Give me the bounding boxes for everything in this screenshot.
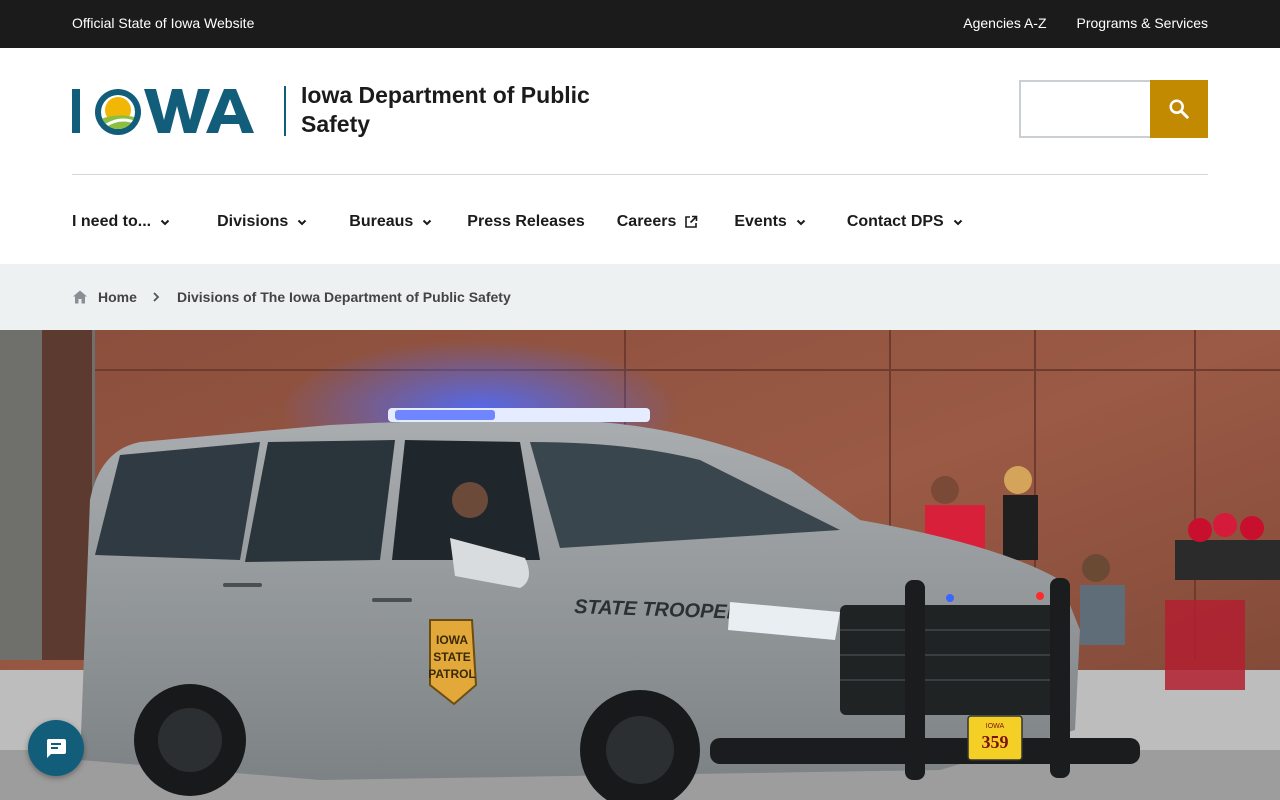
breadcrumb: Home Divisions of The Iowa Department of… [0, 264, 1280, 330]
chevron-down-icon [160, 219, 170, 226]
external-link-icon [685, 215, 698, 228]
chevron-down-icon [298, 219, 307, 226]
nav-bureaus[interactable]: Bureaus [349, 213, 433, 231]
chevron-right-icon [153, 292, 160, 302]
nav-label: Contact DPS [846, 213, 944, 230]
search-button[interactable] [1150, 80, 1208, 138]
chat-button[interactable] [28, 720, 84, 776]
official-site-bar: Official State of Iowa Website Agencies … [0, 0, 1280, 48]
hero-image: IOWA STATE PATROL STATE TROOPER IOWA 359 [0, 330, 1280, 800]
agencies-az-link[interactable]: Agencies A-Z [963, 15, 1046, 31]
svg-text:STATE: STATE [433, 650, 471, 664]
home-icon [73, 290, 87, 304]
nav-label: Bureaus [349, 213, 414, 230]
nav-careers[interactable]: Careers [617, 213, 699, 231]
search-icon [1169, 99, 1189, 119]
nav-label: Press Releases [467, 213, 585, 230]
nav-label: Careers [616, 213, 677, 230]
chevron-down-icon [953, 219, 962, 226]
chat-icon [46, 739, 66, 758]
chevron-down-icon [423, 219, 432, 226]
chevron-down-icon [796, 219, 806, 226]
nav-label: Events [734, 213, 787, 230]
search-input[interactable] [1019, 80, 1150, 138]
breadcrumb-home-label[interactable]: Home [98, 289, 137, 305]
iowa-logo[interactable] [72, 86, 272, 138]
nav-events[interactable]: Events [734, 213, 806, 231]
svg-text:PATROL: PATROL [428, 667, 476, 681]
official-site-label: Official State of Iowa Website [72, 15, 255, 31]
nav-label: I need to... [72, 213, 152, 230]
site-header: Iowa Department of Public Safety I need … [0, 48, 1280, 264]
nav-divisions[interactable]: Divisions [217, 213, 308, 231]
svg-text:359: 359 [982, 732, 1009, 752]
breadcrumb-current: Divisions of The Iowa Department of Publ… [177, 289, 511, 305]
programs-services-link[interactable]: Programs & Services [1077, 15, 1208, 31]
nav-i-need-to[interactable]: I need to... [72, 213, 171, 231]
logo-divider [284, 86, 286, 136]
nav-contact-dps[interactable]: Contact DPS [847, 213, 964, 231]
breadcrumb-current-label: Divisions of The Iowa Department of Publ… [177, 289, 511, 305]
topbar-links: Agencies A-Z Programs & Services [963, 15, 1208, 31]
hero-patrol-vehicle-illustration: IOWA STATE PATROL STATE TROOPER IOWA 359 [0, 330, 1280, 800]
nav-press-releases[interactable]: Press Releases [467, 213, 584, 231]
nav-label: Divisions [217, 213, 289, 230]
main-nav: I need to... Divisions Bureaus Press Rel… [72, 210, 964, 234]
header-divider [72, 174, 1208, 175]
svg-text:IOWA: IOWA [436, 633, 468, 647]
breadcrumb-home[interactable]: Home [72, 289, 137, 305]
svg-text:IOWA: IOWA [986, 723, 1005, 730]
department-name[interactable]: Iowa Department of Public Safety [301, 81, 641, 139]
